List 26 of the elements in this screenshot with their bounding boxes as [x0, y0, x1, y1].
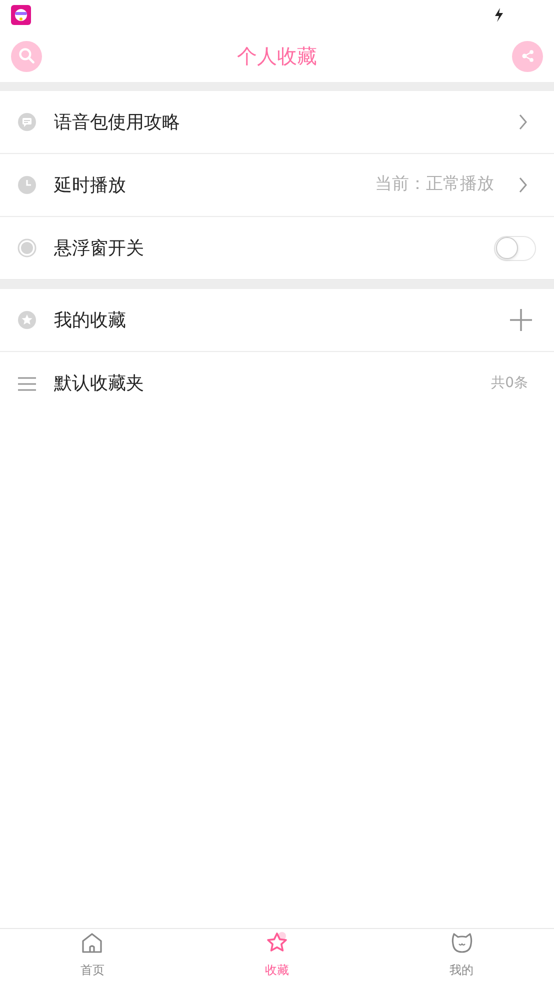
search-icon [18, 47, 36, 65]
row-label: 悬浮窗开关 [54, 236, 145, 260]
charging-icon [494, 8, 504, 22]
page-title: 个人收藏 [237, 43, 317, 70]
row-label: 语音包使用攻略 [54, 110, 181, 134]
list-icon [17, 376, 37, 392]
tab-item[interactable]: 我的 [369, 929, 554, 986]
app-icon [11, 5, 31, 25]
clock-icon [17, 175, 37, 195]
plus-icon[interactable] [510, 309, 532, 331]
radio-dot-icon [17, 238, 37, 258]
row-label: 默认收藏夹 [54, 372, 145, 396]
share-button[interactable] [512, 40, 543, 72]
chevron-right-icon [518, 113, 528, 131]
chevron-right-icon [518, 176, 528, 194]
cat-face-icon [450, 931, 474, 955]
home-icon [80, 931, 104, 955]
chat-bubble-icon [17, 112, 37, 132]
row-label: 延时播放 [54, 174, 127, 198]
search-button[interactable] [11, 40, 42, 72]
toggle-switch[interactable] [494, 236, 536, 260]
row-value: 当前：正常播放 [375, 173, 494, 196]
tab-item[interactable]: 首页 [0, 929, 185, 986]
share-icon [520, 49, 534, 63]
row-label: 我的收藏 [54, 308, 127, 332]
item-count: 共0条 [491, 374, 529, 393]
